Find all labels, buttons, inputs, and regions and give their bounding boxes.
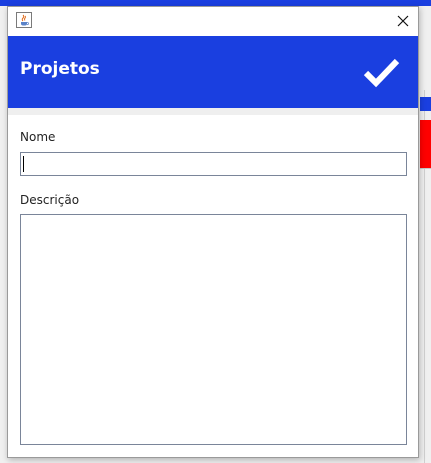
nome-label: Nome [20,130,56,144]
close-button[interactable] [390,9,416,33]
descricao-label: Descrição [20,193,80,207]
background-blue-element [420,97,431,111]
title-bar[interactable] [8,7,418,36]
nome-input[interactable] [20,152,407,176]
descricao-textarea[interactable] [20,214,407,445]
background-red-element [420,120,431,168]
header-bar: Projetos [8,36,418,108]
java-cup-icon [16,12,32,28]
page-title: Projetos [20,59,100,79]
projetos-dialog: Projetos Nome Descrição [7,6,419,458]
background-line [420,168,431,169]
confirm-button[interactable] [362,56,402,88]
checkmark-icon [363,58,400,88]
text-caret [23,156,24,172]
close-icon [397,15,409,27]
header-separator [8,108,418,115]
